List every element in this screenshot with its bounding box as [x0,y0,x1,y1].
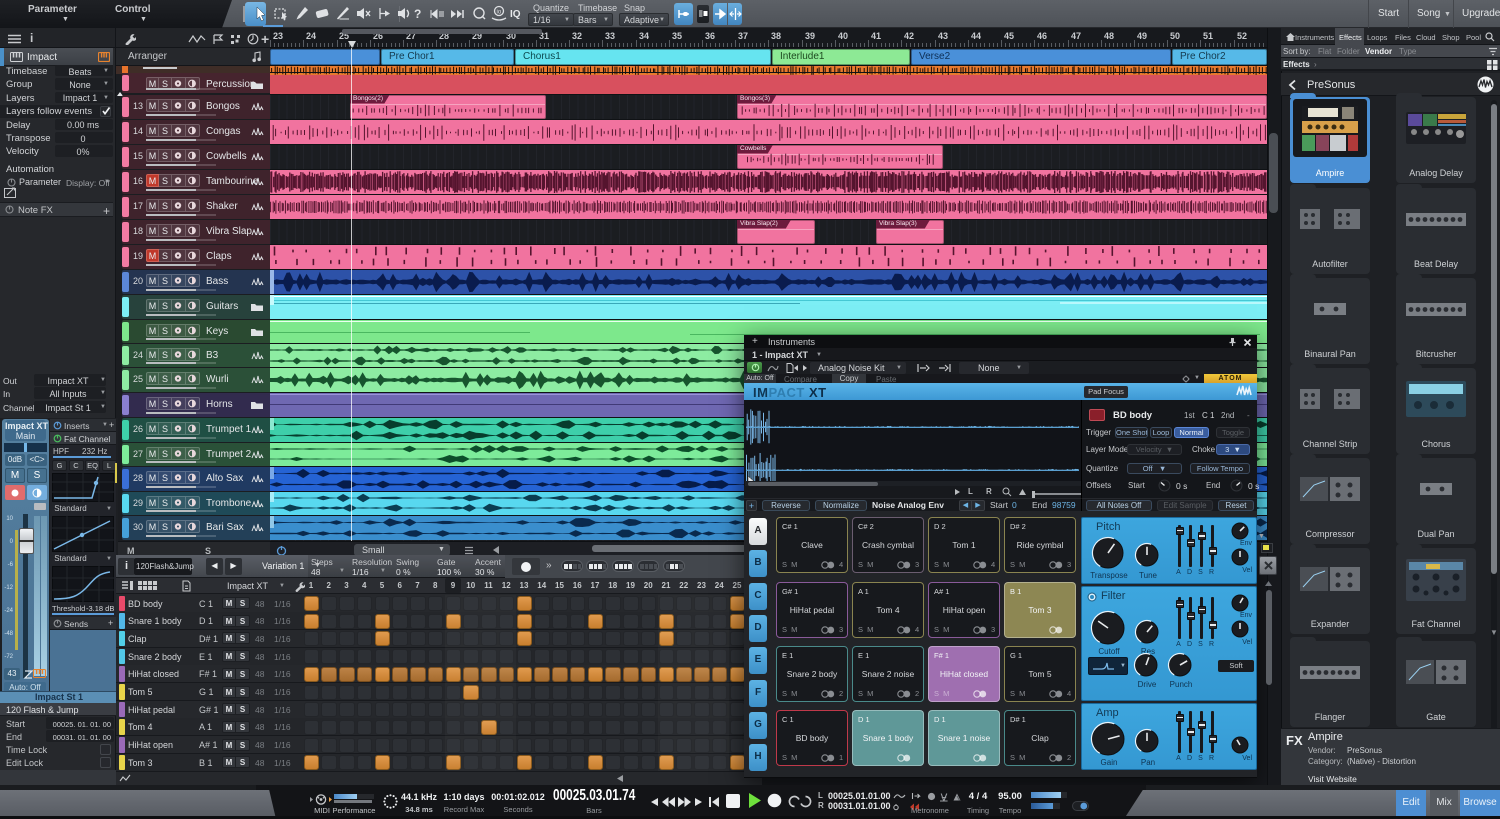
svg-text:io: io [497,10,502,16]
